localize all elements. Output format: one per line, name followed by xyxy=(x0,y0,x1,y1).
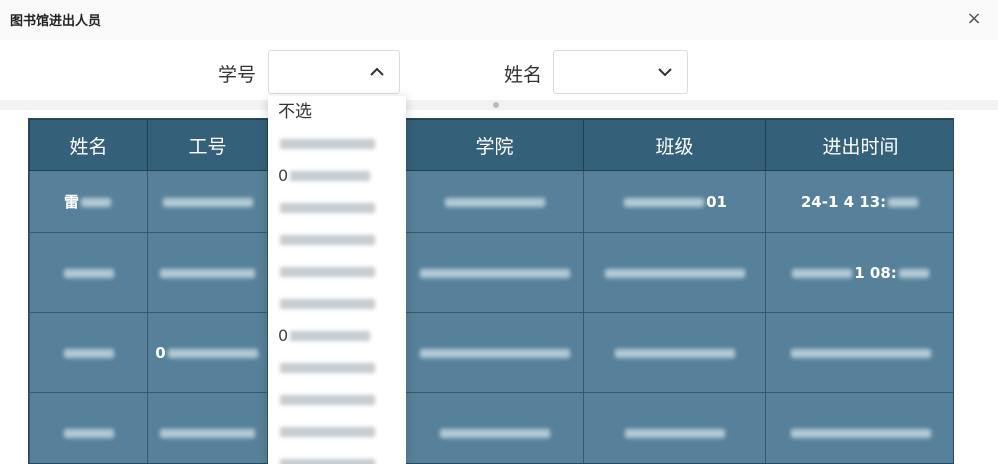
name-select[interactable] xyxy=(553,50,688,94)
student-id-dropdown: 不选 0 0 xyxy=(268,96,406,464)
table-header-row: 姓名 工号 学院 班级 进出时间 xyxy=(29,119,953,171)
cell-staff-id: 0 xyxy=(147,312,268,393)
divider-band xyxy=(0,100,998,110)
cell-college xyxy=(405,232,584,313)
cell-college xyxy=(405,312,584,393)
close-icon[interactable]: × xyxy=(962,7,986,31)
cell-staff-id xyxy=(147,392,268,463)
cell-time: 24-1 4 13: xyxy=(765,170,953,233)
resize-handle[interactable] xyxy=(493,102,499,108)
cell-time xyxy=(765,392,953,463)
dropdown-option-none[interactable]: 不选 xyxy=(268,96,406,128)
cell-staff-id xyxy=(147,170,268,233)
col-header-name[interactable]: 姓名 xyxy=(29,119,148,171)
records-table: 姓名 工号 学院 班级 进出时间 雷 01 24-1 4 13: 1 08: 0 xyxy=(28,118,954,464)
table-row[interactable]: 0 xyxy=(29,312,953,393)
cell-class xyxy=(583,232,766,313)
table-row[interactable]: 雷 01 24-1 4 13: xyxy=(29,170,953,233)
cell-name: 雷 xyxy=(29,170,148,233)
student-id-label: 学号 xyxy=(218,64,257,86)
col-header-class[interactable]: 班级 xyxy=(583,119,766,171)
dropdown-option[interactable] xyxy=(268,128,406,160)
table-row[interactable] xyxy=(29,392,953,463)
chevron-up-icon xyxy=(370,67,384,76)
col-header-college[interactable]: 学院 xyxy=(405,119,584,171)
name-label: 姓名 xyxy=(504,64,543,86)
dropdown-option[interactable] xyxy=(268,288,406,320)
dropdown-option[interactable]: 0 xyxy=(268,320,406,352)
col-header-time[interactable]: 进出时间 xyxy=(765,119,953,171)
cell-class xyxy=(583,312,766,393)
cell-time xyxy=(765,312,953,393)
chevron-down-icon xyxy=(658,68,672,77)
dialog-title: 图书馆进出人员 xyxy=(10,14,102,29)
dialog-titlebar: 图书馆进出人员 × xyxy=(0,0,998,40)
dropdown-option[interactable] xyxy=(268,384,406,416)
cell-name xyxy=(29,392,148,463)
cell-college xyxy=(405,170,584,233)
cell-name xyxy=(29,232,148,313)
cell-staff-id xyxy=(147,232,268,313)
cell-college xyxy=(405,392,584,463)
dropdown-option[interactable] xyxy=(268,448,406,464)
cell-time: 1 08: xyxy=(765,232,953,313)
dropdown-option[interactable] xyxy=(268,224,406,256)
cell-class xyxy=(583,392,766,463)
col-header-staff-id[interactable]: 工号 xyxy=(147,119,268,171)
dropdown-option[interactable] xyxy=(268,352,406,384)
dropdown-option[interactable]: 0 xyxy=(268,160,406,192)
student-id-select[interactable] xyxy=(268,50,400,94)
dropdown-option[interactable] xyxy=(268,192,406,224)
dropdown-option[interactable] xyxy=(268,256,406,288)
cell-class: 01 xyxy=(583,170,766,233)
dropdown-option[interactable] xyxy=(268,416,406,448)
table-row[interactable]: 1 08: xyxy=(29,232,953,313)
cell-name xyxy=(29,312,148,393)
